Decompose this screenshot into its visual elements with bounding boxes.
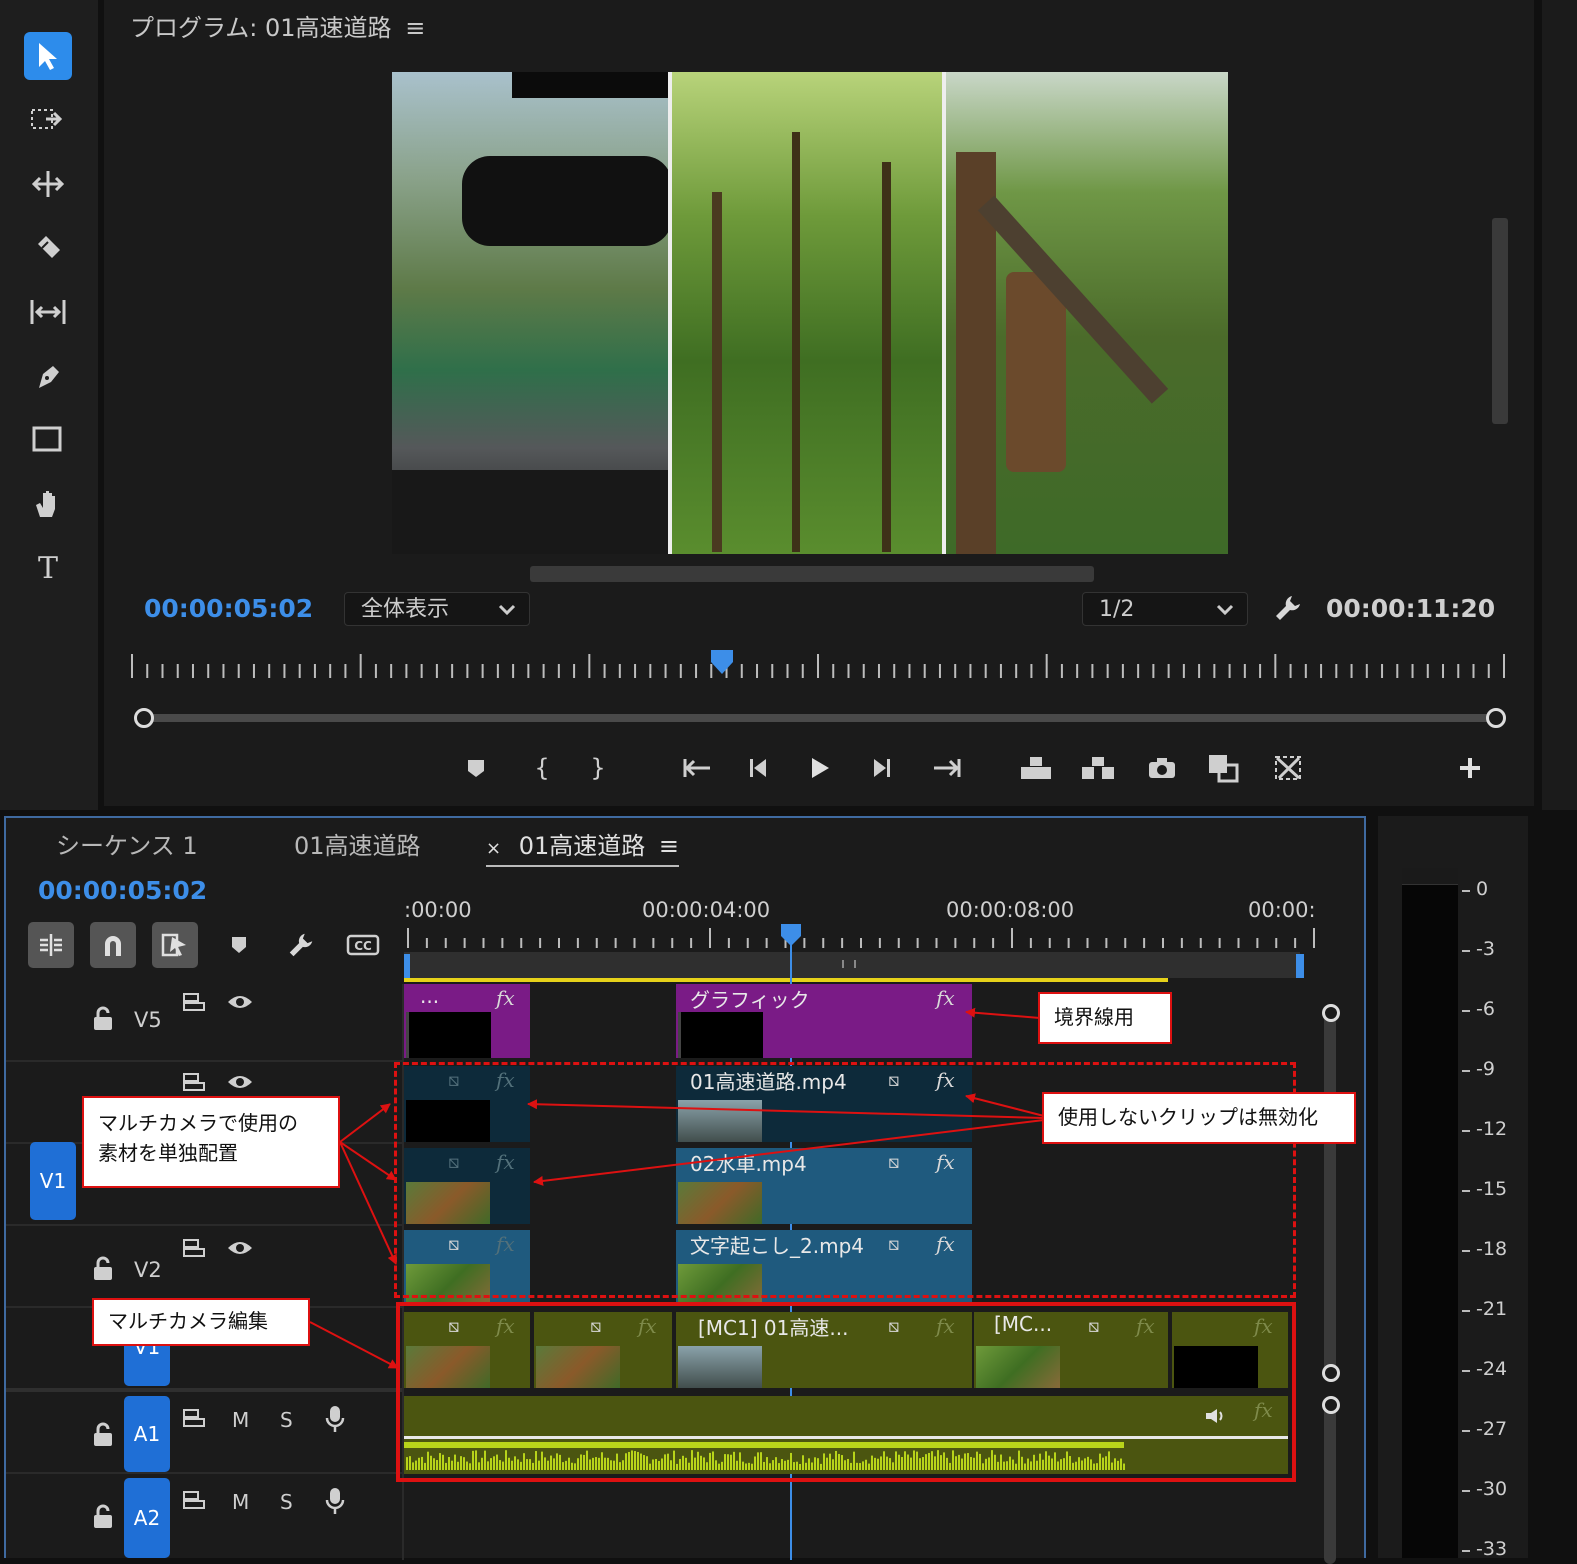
callout-disable-unused: 使用しないクリップは無効化 xyxy=(1042,1092,1356,1144)
callout-multicam-edit: マルチカメラ編集 xyxy=(92,1298,310,1346)
callout-multicam-solo-line1: マルチカメラで使用の xyxy=(98,1111,298,1135)
callout-border-use: 境界線用 xyxy=(1038,992,1172,1044)
callout-multicam-solo: マルチカメラで使用の 素材を単独配置 xyxy=(82,1096,340,1188)
callout-multicam-solo-line2: 素材を単独配置 xyxy=(98,1141,238,1165)
